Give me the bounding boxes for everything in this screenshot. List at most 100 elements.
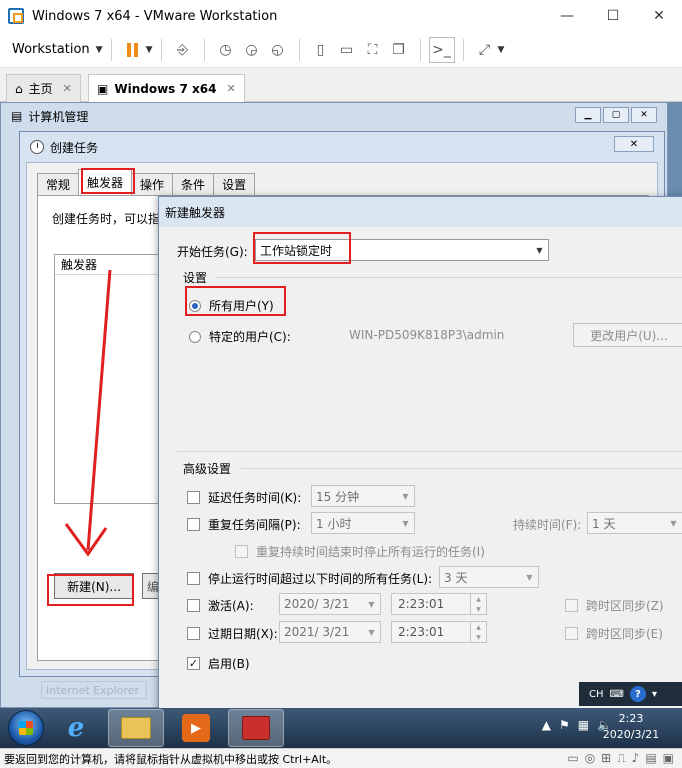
sync-timezone-e-checkbox[interactable]: 跨时区同步(E) [565,625,663,642]
activate-date-picker[interactable]: 2020/ 3/21 ▼ [279,593,381,615]
chevron-down-icon: ▼ [402,491,409,501]
chevron-down-icon[interactable]: ▼ [498,45,505,55]
group-divider [177,451,682,452]
cd-rom-icon[interactable]: ◎ [585,751,595,766]
stop-longer-select[interactable]: 3 天 ▼ [439,566,539,588]
start-button[interactable] [8,710,44,746]
snapshot-manager-icon[interactable]: ◵ [265,37,291,63]
pause-icon [127,42,139,57]
maximize-icon[interactable]: ☐ [590,0,636,32]
revert-snapshot-icon[interactable]: ◶ [239,37,265,63]
chevron-down-icon: ▼ [95,44,103,55]
delay-label: 延迟任务时间(K): [208,491,302,505]
sidebar-view-icon[interactable]: ▯ [308,37,334,63]
unity-icon[interactable]: ❐ [386,37,412,63]
radio-specific-user-label: 特定的用户(C): [209,330,291,344]
radio-specific-user[interactable]: 特定的用户(C): [189,328,291,345]
enabled-checkbox[interactable]: ✓ 启用(B) [187,655,250,672]
minimize-icon[interactable]: — [544,0,590,32]
tab-home[interactable]: ⌂ 主页 ✕ [6,74,81,102]
radio-all-users[interactable]: 所有用户(Y) [189,297,274,314]
help-icon[interactable]: ? [629,686,646,702]
toolbar-divider [462,38,464,61]
fullscreen-icon[interactable]: ⛶ [360,37,386,63]
network-adapter-icon[interactable]: ⊞ [601,751,611,766]
close-icon[interactable]: ✕ [636,0,682,32]
network-icon[interactable]: ⎆ [170,37,196,63]
thumbnail-view-icon[interactable]: ▭ [334,37,360,63]
maximize-icon[interactable]: ▢ [603,107,629,123]
repeat-label: 重复任务间隔(P): [208,518,301,532]
chevron-down-icon: ▼ [536,245,543,255]
console-icon[interactable]: >_ [428,36,455,63]
create-task-tabs: 常规 触发器 操作 条件 设置 [37,169,256,195]
group-divider [241,468,682,469]
new-trigger-button[interactable]: 新建(N)... [54,573,134,599]
close-icon[interactable]: ✕ [226,82,235,95]
tab-label: 主页 [28,82,53,96]
minimize-icon[interactable]: ▁ [575,107,601,123]
chevron-down-icon: ▼ [670,518,677,528]
language-indicator[interactable]: CH [589,689,604,700]
snapshot-icon[interactable]: ◷ [213,37,239,63]
expire-checkbox[interactable]: 过期日期(X): [187,625,278,642]
computer-management-title: 计算机管理 [28,109,89,124]
pause-button[interactable] [120,37,146,63]
hard-disk-icon[interactable]: ▭ [567,751,578,766]
repeat-checkbox[interactable]: 重复任务间隔(P): [187,516,301,533]
delay-value: 15 分钟 [316,489,360,504]
checkbox-unchecked-icon [187,599,200,612]
sync-timezone-z-checkbox[interactable]: 跨时区同步(Z) [565,597,664,614]
delay-checkbox[interactable]: 延迟任务时间(K): [187,489,301,506]
stop-longer-checkbox[interactable]: 停止运行时间超过以下时间的所有任务(L): [187,570,432,587]
tab-general[interactable]: 常规 [37,173,80,195]
activate-date-value: 2020/ 3/21 [284,597,350,611]
chevron-down-icon[interactable]: ▾ [652,689,657,700]
duration-select[interactable]: 1 天 ▼ [587,512,682,534]
taskbar-explorer[interactable] [108,709,164,747]
expire-time-spinner[interactable]: 2:23:01 ▲ ▼ [391,621,487,643]
stretch-icon[interactable]: ⤢ [472,37,498,63]
tab-settings[interactable]: 设置 [213,173,256,195]
sound-icon[interactable]: ♪ [632,751,640,766]
change-user-button[interactable]: 更改用户(U)... [573,323,682,347]
close-icon[interactable]: ✕ [614,136,654,152]
new-trigger-dialog: 新建触发器 开始任务(G): 工作站锁定时 ▼ 设置 所有用户(Y) 特定的用户… [158,196,682,708]
network-icon[interactable]: ▦ [578,718,589,732]
chevron-down-icon[interactable]: ▼ [146,45,153,55]
checkbox-unchecked-icon [187,627,200,640]
workstation-menu[interactable]: Workstation ▼ [12,42,103,57]
checkbox-unchecked-icon [565,627,578,640]
taskbar-computer-management[interactable] [228,709,284,747]
taskbar-clock[interactable]: 2:23 2020/3/21 [596,711,666,743]
activate-checkbox[interactable]: 激活(A): [187,597,254,614]
tab-triggers[interactable]: 触发器 [78,169,133,195]
duration-label: 持续时间(F): [513,518,582,532]
usb-icon[interactable]: ⎍ [617,751,625,766]
tab-vm[interactable]: ▣ Windows 7 x64 ✕ [88,74,245,102]
close-icon[interactable]: ✕ [631,107,657,123]
repeat-select[interactable]: 1 小时 ▼ [311,512,415,534]
expire-date-picker[interactable]: 2021/ 3/21 ▼ [279,621,381,643]
stop-longer-label: 停止运行时间超过以下时间的所有任务(L): [208,572,433,586]
stop-at-end-checkbox[interactable]: 重复持续时间结束时停止所有运行的任务(I) [235,543,485,560]
show-hidden-icons-icon[interactable]: ▲ [542,718,551,732]
begin-task-select[interactable]: 工作站锁定时 ▼ [255,239,549,261]
workstation-menu-label: Workstation [12,42,90,57]
display-icon[interactable]: ▣ [663,751,674,766]
taskbar-internet-explorer[interactable]: e [48,709,104,747]
folder-icon [121,717,151,739]
create-task-title: 创建任务 [50,140,99,155]
printer-icon[interactable]: ▤ [645,751,656,766]
delay-select[interactable]: 15 分钟 ▼ [311,485,415,507]
activate-time-spinner[interactable]: 2:23:01 ▲ ▼ [391,593,487,615]
tab-conditions[interactable]: 条件 [172,173,215,195]
keyboard-icon[interactable]: ⌨ [610,689,624,700]
tab-actions[interactable]: 操作 [131,173,174,195]
cm-window-controls: ▁ ▢ ✕ [575,107,657,123]
tab-label: Windows 7 x64 [114,81,217,96]
close-icon[interactable]: ✕ [63,82,72,95]
begin-task-label: 开始任务(G): [177,245,248,259]
action-center-icon[interactable]: ⚑ [559,718,570,732]
taskbar-media-player[interactable]: ▶ [168,709,224,747]
